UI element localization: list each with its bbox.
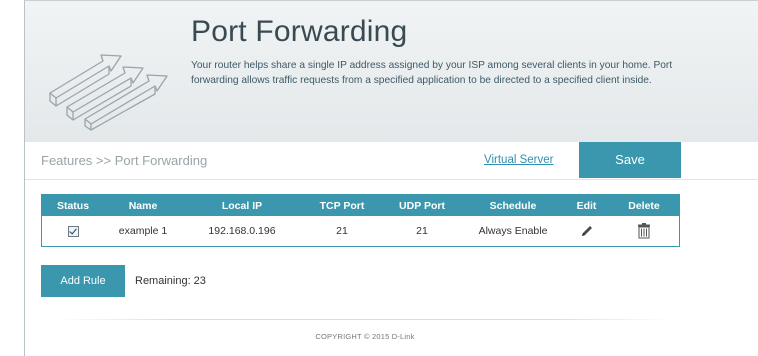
toolbar: Features >> Port Forwarding Virtual Serv… bbox=[25, 142, 758, 180]
save-button[interactable]: Save bbox=[579, 142, 681, 178]
column-header-delete: Delete bbox=[609, 195, 679, 216]
page-title: Port Forwarding bbox=[191, 15, 408, 48]
footer-divider bbox=[55, 319, 675, 320]
local-ip: 192.168.0.196 bbox=[182, 216, 302, 246]
column-header-udp-port: UDP Port bbox=[382, 195, 462, 216]
edit-cell bbox=[564, 216, 609, 246]
tcp-port: 21 bbox=[302, 216, 382, 246]
status-checkbox[interactable] bbox=[67, 225, 79, 237]
remaining-counter: Remaining: 23 bbox=[135, 275, 206, 287]
remaining-label: Remaining: bbox=[135, 275, 191, 287]
pencil-icon[interactable] bbox=[580, 224, 594, 238]
udp-port: 21 bbox=[382, 216, 462, 246]
column-header-name: Name bbox=[104, 195, 182, 216]
column-header-schedule: Schedule bbox=[462, 195, 564, 216]
column-header-status: Status bbox=[42, 195, 104, 216]
trash-icon[interactable] bbox=[637, 223, 651, 239]
schedule: Always Enable bbox=[462, 216, 564, 246]
add-rule-button[interactable]: Add Rule bbox=[41, 265, 125, 297]
table-row: example 1 192.168.0.196 21 21 Always Ena… bbox=[42, 216, 679, 246]
port-forwarding-table: Status Name Local IP TCP Port UDP Port S… bbox=[41, 194, 680, 247]
delete-cell bbox=[609, 216, 679, 246]
remaining-value: 23 bbox=[193, 275, 206, 287]
rule-name: example 1 bbox=[104, 216, 182, 246]
page-frame: Port Forwarding Your router helps share … bbox=[24, 0, 758, 356]
table-header-row: Status Name Local IP TCP Port UDP Port S… bbox=[42, 195, 679, 216]
virtual-server-link[interactable]: Virtual Server bbox=[484, 154, 553, 166]
column-header-tcp-port: TCP Port bbox=[302, 195, 382, 216]
page-description: Your router helps share a single IP addr… bbox=[191, 60, 673, 86]
breadcrumb: Features >> Port Forwarding bbox=[41, 153, 208, 168]
copyright: COPYRIGHT © 2015 D-Link bbox=[315, 332, 415, 341]
status-cell bbox=[42, 216, 104, 246]
column-header-edit: Edit bbox=[564, 195, 609, 216]
column-header-local-ip: Local IP bbox=[182, 195, 302, 216]
port-forwarding-arrows-icon bbox=[49, 54, 168, 131]
page-header: Port Forwarding Your router helps share … bbox=[25, 1, 758, 143]
